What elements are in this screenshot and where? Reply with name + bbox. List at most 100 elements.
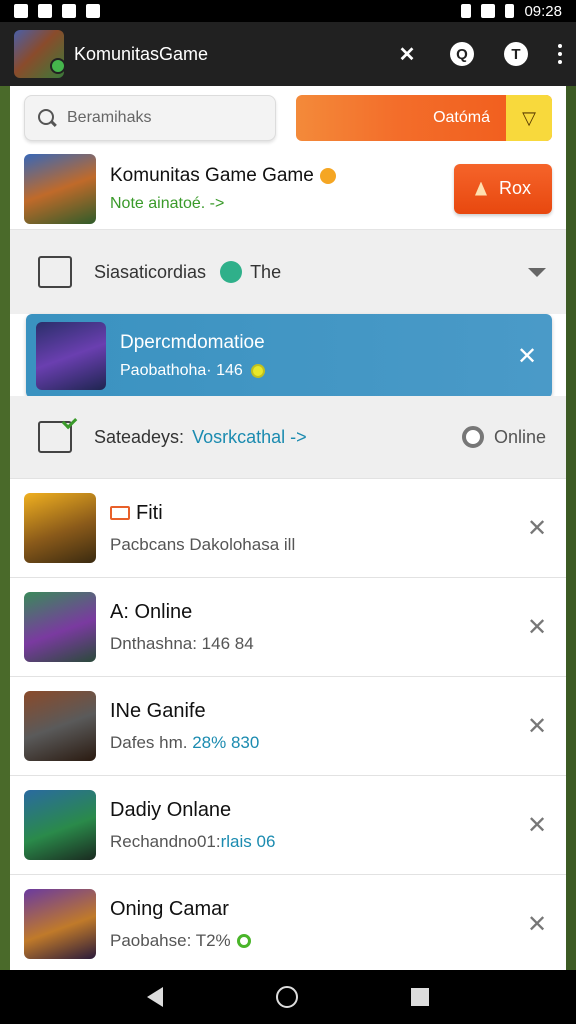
game-subtitle: Dafes hm. <box>110 732 193 752</box>
app-notification-icon <box>38 4 52 18</box>
featured-title: Komunitas Game Game <box>110 164 314 186</box>
game-title: Fiti <box>136 501 163 524</box>
app-avatar[interactable] <box>14 30 66 78</box>
close-icon[interactable]: ✕ <box>522 711 552 741</box>
list-item[interactable]: A: Online Dnthashna: 146 84 ✕ <box>10 577 566 676</box>
community-panel: Oatómá ▽ Komunitas Game Game Note ainato… <box>10 86 566 970</box>
game-title-row: Fiti <box>110 502 522 525</box>
close-icon[interactable]: ✕ <box>512 341 542 371</box>
more-menu-icon[interactable] <box>558 44 562 64</box>
app-bar-actions: ✕ Q T <box>394 41 562 67</box>
list-item[interactable]: Fiti Pacbcans Dakolohasa ill ✕ <box>10 478 566 577</box>
tag-icon <box>110 506 130 520</box>
status-left-icons <box>14 4 100 18</box>
recents-icon[interactable] <box>411 988 430 1006</box>
badge-icon <box>220 261 243 283</box>
featured-game-thumbnail <box>24 153 96 224</box>
close-icon[interactable]: ✕ <box>522 909 552 939</box>
online-label: Online <box>493 426 546 447</box>
highlight-subtitle-row: Paobathoha· 146 <box>120 362 512 380</box>
game-thumbnail <box>24 592 96 662</box>
signal-icon <box>481 4 496 18</box>
puzzle-icon[interactable]: ✕ <box>394 41 420 67</box>
section-link[interactable]: Vosrkcathal -> <box>192 427 462 448</box>
status-right-icons: 09:28 <box>461 3 562 20</box>
game-thumbnail <box>24 691 96 761</box>
screen: 09:28 KomunitasGame ✕ Q T Oatómá ▽ <box>0 0 576 1024</box>
sync-icon <box>62 4 76 18</box>
battery-icon <box>505 4 515 18</box>
list-item[interactable]: Dadiy Onlane Rechandno01:rlais 06 ✕ <box>10 775 566 874</box>
game-subtitle-accent: 28% 830 <box>192 732 260 752</box>
bluetooth-icon <box>461 4 472 18</box>
section-header-status: Sateadeys: Vosrkcathal -> Online <box>10 396 566 478</box>
status-bar: 09:28 <box>0 0 576 22</box>
list-item[interactable]: INe Ganife Dafes hm. 28% 830 ✕ <box>10 676 566 775</box>
game-title: INe Ganife <box>110 699 206 722</box>
game-text: A: Online Dnthashna: 146 84 <box>110 601 522 654</box>
search-icon <box>37 108 57 128</box>
shield-icon <box>86 4 100 18</box>
search-input[interactable] <box>67 109 257 127</box>
join-button[interactable]: Rox <box>454 163 552 214</box>
home-icon[interactable] <box>275 986 298 1008</box>
online-status[interactable]: Online <box>461 426 546 448</box>
game-subtitle: Rechandno01: <box>110 831 221 851</box>
section-title: Sateadeys: <box>94 426 185 447</box>
highlight-title: Dpercmdomatioe <box>120 332 265 353</box>
game-text: Fiti Pacbcans Dakolohasa ill <box>110 502 522 555</box>
game-text: INe Ganife Dafes hm. 28% 830 <box>110 700 522 753</box>
radio-icon <box>461 426 484 448</box>
game-title: Oning Camar <box>110 897 229 920</box>
chevron-down-icon[interactable] <box>528 267 546 277</box>
featured-game[interactable]: Komunitas Game Game Note ainatoé. -> Rox <box>10 148 566 230</box>
navigation-bar <box>0 970 576 1024</box>
game-subtitle: Dnthashna: 146 84 <box>110 633 254 653</box>
notification-icon <box>14 4 28 18</box>
search-box[interactable] <box>24 95 276 141</box>
game-thumbnail <box>24 889 96 959</box>
game-title: A: Online <box>110 600 193 623</box>
game-subtitle-row: Paobahse: T2% <box>110 931 522 951</box>
highlight-thumbnail <box>36 322 106 390</box>
sun-icon <box>319 167 336 184</box>
section-header-statistics[interactable]: Siasaticordias The <box>10 230 566 314</box>
featured-text: Komunitas Game Game Note ainatoé. -> <box>110 165 454 213</box>
list-item[interactable]: Oning Camar Paobahse: T2% ✕ <box>10 874 566 970</box>
game-text: Oning Camar Paobahse: T2% <box>110 898 522 951</box>
game-title: Dadiy Onlane <box>110 798 232 821</box>
game-subtitle-accent: rlais 06 <box>220 831 276 851</box>
highlighted-game-card[interactable]: Dpercmdomatioe Paobathoha· 146 ✕ <box>26 314 552 398</box>
profile-icon[interactable]: T <box>504 42 528 66</box>
status-dot-icon <box>250 364 265 378</box>
app-bar: KomunitasGame ✕ Q T <box>0 22 576 86</box>
featured-subtitle: Note ainatoé. -> <box>110 194 225 212</box>
app-title: KomunitasGame <box>74 43 209 64</box>
game-text: Dadiy Onlane Rechandno01:rlais 06 <box>110 799 522 852</box>
flag-icon <box>38 256 72 288</box>
category-label: Oatómá <box>433 109 490 126</box>
background-right-edge <box>566 86 576 970</box>
back-icon[interactable] <box>146 987 163 1007</box>
status-ring-icon <box>236 934 251 949</box>
join-button-label: Rox <box>498 178 531 198</box>
game-subtitle-row: Dafes hm. 28% 830 <box>110 733 522 753</box>
online-dot-icon <box>50 58 66 74</box>
highlight-subtitle: Paobathoha· 146 <box>120 362 243 379</box>
featured-title-row: Komunitas Game Game <box>110 165 454 187</box>
search-action-icon[interactable]: Q <box>450 42 474 66</box>
category-dropdown-button[interactable]: Oatómá ▽ <box>296 95 552 141</box>
game-list: Fiti Pacbcans Dakolohasa ill ✕ A: Online… <box>10 478 566 970</box>
section-extra: The <box>250 261 282 282</box>
game-subtitle: Pacbcans Dakolohasa ill <box>110 534 296 554</box>
checklist-icon <box>38 421 72 453</box>
status-time: 09:28 <box>524 2 562 20</box>
close-icon[interactable]: ✕ <box>522 513 552 543</box>
game-subtitle-row: Rechandno01:rlais 06 <box>110 832 522 852</box>
game-thumbnail <box>24 493 96 563</box>
flame-icon <box>474 181 487 196</box>
game-thumbnail <box>24 790 96 860</box>
close-icon[interactable]: ✕ <box>522 612 552 642</box>
close-icon[interactable]: ✕ <box>522 810 552 840</box>
background-left-edge <box>0 86 10 970</box>
